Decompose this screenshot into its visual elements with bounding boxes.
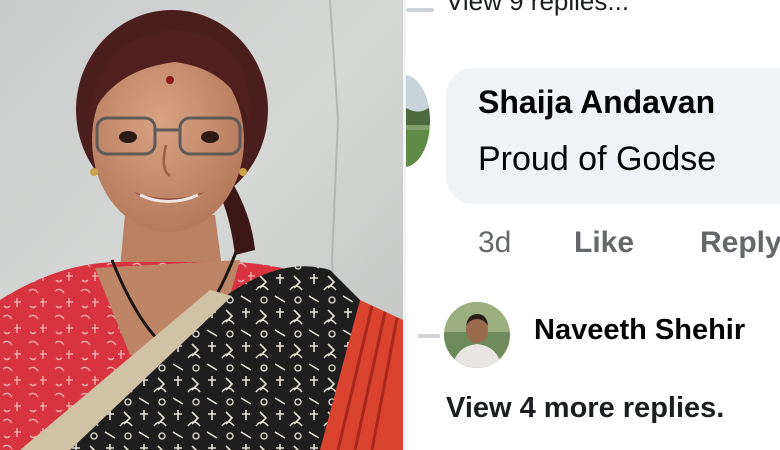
comments-panel: View 9 replies... Shaija Andavan Proud o… <box>406 0 780 450</box>
landscape-avatar-icon <box>406 75 430 167</box>
comment-author-name[interactable]: Shaija Andavan <box>478 84 715 121</box>
view-more-replies-link[interactable]: View 4 more replies. <box>446 392 724 425</box>
reply-author-name[interactable]: Naveeth Shehir <box>534 314 745 347</box>
reply-connector-line <box>418 334 440 338</box>
comment-timestamp[interactable]: 3d <box>478 226 511 260</box>
thread-connector-line <box>406 8 434 12</box>
comment-text: Proud of Godse <box>478 140 717 178</box>
portrait-image <box>0 0 403 450</box>
portrait-photo <box>0 0 403 450</box>
view-replies-link[interactable]: View 9 replies... <box>446 0 629 17</box>
reply-button[interactable]: Reply <box>700 226 780 260</box>
commenter-avatar[interactable] <box>406 75 430 167</box>
reply-author-avatar[interactable] <box>444 302 510 368</box>
person-avatar-icon <box>444 302 510 368</box>
like-button[interactable]: Like <box>574 226 634 260</box>
